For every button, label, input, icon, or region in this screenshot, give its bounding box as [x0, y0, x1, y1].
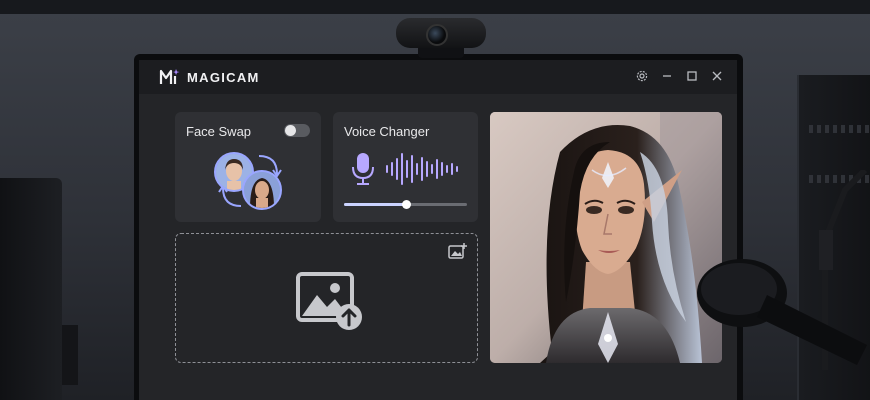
left-device	[62, 325, 78, 385]
image-upload-icon	[296, 272, 362, 330]
app-name: MAGICAM	[187, 69, 260, 85]
elf-avatar-image	[490, 112, 722, 363]
slider-handle[interactable]	[401, 200, 411, 209]
toggle-knob	[285, 125, 296, 136]
target-face-avatar	[242, 170, 282, 210]
top-shelf	[0, 0, 870, 14]
webcam	[396, 18, 486, 48]
tower-vent	[809, 125, 869, 133]
webcam-lens	[426, 24, 448, 46]
microphone-icon	[352, 153, 374, 185]
title-bar: MAGICAM	[139, 60, 737, 94]
waveform-icon	[386, 153, 458, 185]
minimize-icon[interactable]	[661, 70, 673, 82]
voice-changer-title: Voice Changer	[344, 124, 430, 139]
camera-preview	[490, 112, 722, 363]
face-icon	[244, 172, 280, 208]
face-swap-toggle[interactable]	[284, 124, 310, 137]
face-swap-card: Face Swap	[175, 112, 321, 222]
face-swap-title: Face Swap	[186, 124, 252, 139]
close-icon[interactable]	[711, 70, 723, 82]
maximize-icon[interactable]	[686, 70, 698, 82]
app-brand: MAGICAM	[159, 68, 260, 86]
image-upload-dropzone[interactable]	[175, 233, 478, 363]
microphone-icon	[697, 259, 867, 365]
left-speaker	[0, 178, 62, 400]
gear-icon[interactable]	[636, 70, 648, 82]
voice-slider[interactable]	[344, 200, 467, 209]
window-controls	[636, 70, 723, 82]
slider-fill	[344, 203, 406, 206]
voice-changer-card: Voice Changer	[333, 112, 478, 222]
add-image-icon[interactable]	[448, 242, 468, 260]
magicam-logo-icon	[159, 69, 180, 84]
